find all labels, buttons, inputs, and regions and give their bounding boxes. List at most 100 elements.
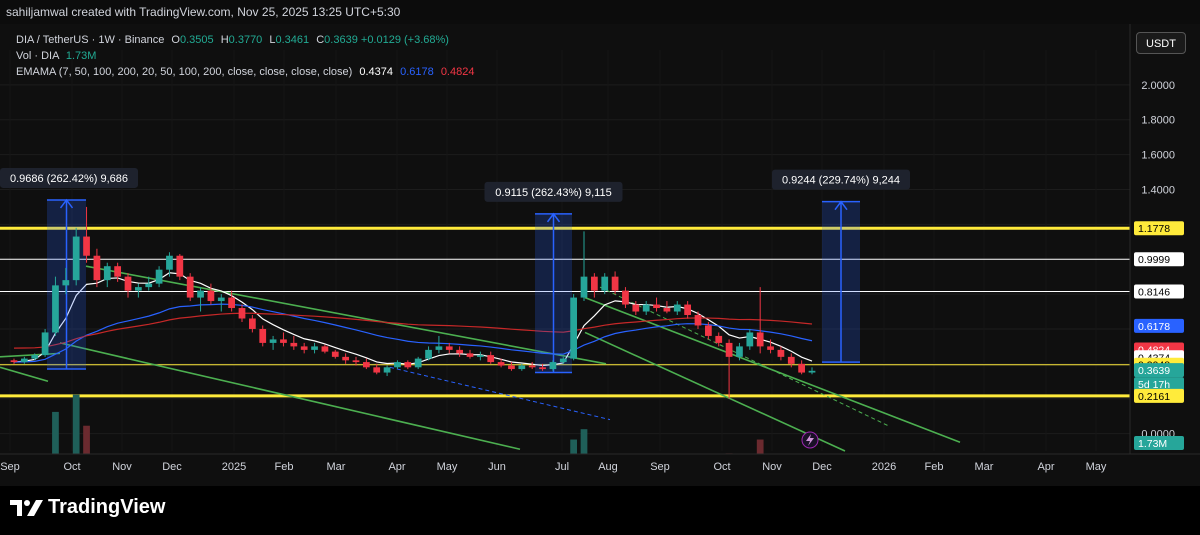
time-tick-label: Jul <box>555 461 569 473</box>
price-label: 0.2161 <box>1138 391 1170 403</box>
candle-body <box>207 290 215 302</box>
legend-symbol-row: DIA / TetherUS · 1W · Binance O0.3505 H0… <box>16 32 474 48</box>
legend-low: 0.3461 <box>275 34 310 46</box>
candle-body <box>321 346 329 352</box>
legend-close: 0.3639 <box>324 34 358 46</box>
candle-body <box>103 266 111 281</box>
candle-body <box>642 304 650 312</box>
time-tick-label: May <box>1086 461 1107 473</box>
candle-body <box>777 349 785 357</box>
time-tick-label: Aug <box>598 461 618 473</box>
legend-volume-row: Vol · DIA 1.73M <box>16 48 474 64</box>
candle-body <box>342 356 350 361</box>
price-label: 0.6178 <box>1138 321 1170 333</box>
ema-red-line <box>13 312 813 349</box>
legend-high-label: H <box>220 34 229 46</box>
candle-body <box>124 276 132 291</box>
legend-emama-2: 0.6178 <box>400 66 434 78</box>
time-tick-label: 2026 <box>872 461 896 473</box>
price-tick-label: 1.4000 <box>1141 184 1175 196</box>
candle-body <box>456 349 464 354</box>
footer: TradingView <box>0 486 1200 535</box>
candle-body <box>93 255 101 281</box>
candle-body <box>197 290 204 298</box>
legend-change: +0.0129 (+3.68%) <box>360 34 449 46</box>
candle-body <box>176 255 184 277</box>
tradingview-logo[interactable]: TradingView <box>10 496 165 519</box>
candle-body <box>570 297 578 359</box>
candle-body <box>217 297 225 302</box>
time-tick-label: Jun <box>488 461 506 473</box>
candle-body <box>549 362 557 370</box>
legend-vol: 1.73M <box>65 50 97 62</box>
candle-body <box>238 308 246 319</box>
candle-body <box>52 285 59 333</box>
candle-body <box>259 328 267 343</box>
time-tick-label: Mar <box>975 461 994 473</box>
candle-body <box>383 367 391 373</box>
candle-body <box>756 332 764 347</box>
candle-body <box>684 304 692 316</box>
currency-button[interactable]: USDT <box>1136 32 1186 54</box>
candle-body <box>228 297 236 309</box>
chart-legend: DIA / TetherUS · 1W · Binance O0.3505 H0… <box>16 32 474 80</box>
time-tick-label: Feb <box>925 461 944 473</box>
candle-body <box>487 355 495 363</box>
candle-body <box>394 362 401 368</box>
candle-body <box>311 346 318 350</box>
channel-line <box>85 265 607 365</box>
candle-body <box>166 255 173 270</box>
candle-body <box>663 308 671 312</box>
price-label: 0.3639 <box>1138 365 1170 377</box>
candle-body <box>186 276 194 298</box>
candle-body <box>653 304 660 309</box>
candle-body <box>269 339 277 343</box>
candle-body <box>10 360 18 363</box>
candle-body <box>673 304 681 312</box>
price-label: 1.1778 <box>1138 223 1170 235</box>
legend-vol-label[interactable]: Vol · DIA <box>16 50 59 62</box>
candle-body <box>746 332 754 347</box>
candle-body <box>590 276 598 291</box>
candle-body <box>404 362 412 368</box>
candle-body <box>787 356 795 364</box>
legend-symbol[interactable]: DIA / TetherUS · 1W · Binance <box>16 34 164 46</box>
candle-body <box>114 266 122 277</box>
measure-label: 0.9686 (262.42%) 9,686 <box>10 173 128 185</box>
candle-body <box>248 318 256 329</box>
ema-blue-line <box>13 303 813 363</box>
candle-body <box>798 363 806 373</box>
time-tick-label: May <box>437 461 458 473</box>
price-tick-label: 1.6000 <box>1141 150 1175 162</box>
candle-body <box>808 370 816 373</box>
dashed-projection-line <box>389 366 611 421</box>
time-tick-label: Nov <box>762 461 782 473</box>
header-title: sahiljamwal created with TradingView.com… <box>6 5 401 19</box>
candle-body <box>145 283 153 288</box>
time-tick-label: Apr <box>1037 461 1054 473</box>
candle-body <box>725 342 733 357</box>
candle-body <box>41 332 49 356</box>
candle-body <box>352 360 360 363</box>
price-tick-label: 2.0000 <box>1141 80 1175 92</box>
price-chart[interactable]: 0.9686 (262.42%) 9,686 0.9115 (262.43%) 9… <box>0 24 1200 486</box>
candle-body <box>72 236 80 281</box>
time-tick-label: Apr <box>388 461 405 473</box>
candle-body <box>445 346 453 350</box>
legend-emama-label[interactable]: EMAMA (7, 50, 100, 200, 20, 50, 100, 200… <box>16 66 352 78</box>
time-tick-label: Oct <box>63 461 80 473</box>
candle-body <box>83 236 90 256</box>
legend-open-label: O <box>171 34 180 46</box>
time-tick-label: Mar <box>327 461 346 473</box>
candle-body <box>622 290 629 305</box>
candle-body <box>62 280 70 286</box>
candle-body <box>290 342 298 347</box>
time-tick-label: Dec <box>162 461 182 473</box>
candle-body <box>704 325 712 336</box>
candle-body <box>611 276 619 291</box>
candle-body <box>601 276 609 291</box>
candle-body <box>425 349 432 359</box>
time-tick-label: Dec <box>812 461 832 473</box>
measure-label: 0.9244 (229.74%) 9,244 <box>782 175 900 187</box>
candle-body <box>435 346 443 350</box>
